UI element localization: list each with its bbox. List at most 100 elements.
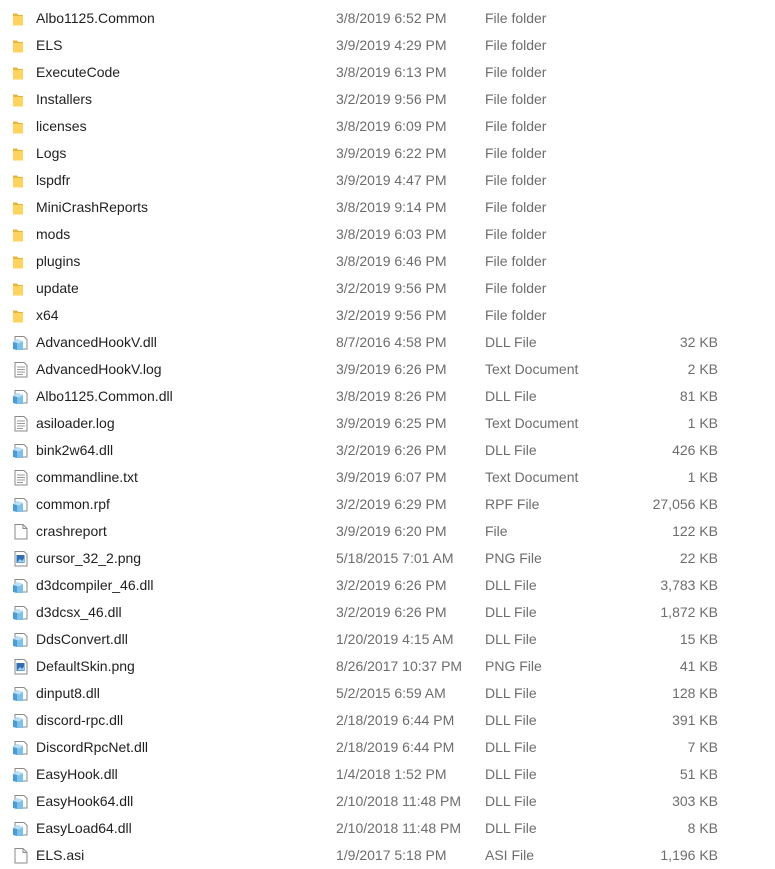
file-date-modified: 3/2/2019 9:56 PM [336,307,447,323]
folder-icon [12,172,30,189]
file-row[interactable]: d3dcsx_46.dll 3/2/2019 6:26 PM DLL File 1,8… [0,599,775,626]
text-document-icon [12,469,30,486]
file-row[interactable]: MiniCrashReports 3/8/2019 9:14 PM File fol… [0,194,775,221]
blank-file-icon [12,847,30,864]
file-row[interactable]: d3dcompiler_46.dll 3/2/2019 6:26 PM DLL Fi… [0,572,775,599]
file-row[interactable]: lspdfr 3/9/2019 4:47 PM File folder [0,167,775,194]
file-size: 1 KB [687,415,718,431]
file-type: DLL File [485,631,537,647]
file-row[interactable]: DefaultSkin.png 8/26/2017 10:37 PM PNG Fil… [0,653,775,680]
file-date-modified: 3/8/2019 6:03 PM [336,226,447,242]
file-type: File folder [485,64,547,80]
file-type: DLL File [485,442,537,458]
file-size: 8 KB [687,820,718,836]
file-row[interactable]: crashreport 3/9/2019 6:20 PM File 122 KB [0,518,775,545]
dll-icon [12,739,30,756]
file-row[interactable]: mods 3/8/2019 6:03 PM File folder [0,221,775,248]
file-name: Installers [36,91,93,107]
file-date-modified: 2/10/2018 11:48 PM [336,793,462,809]
file-date-modified: 1/20/2019 4:15 AM [336,631,454,647]
file-row[interactable]: EasyHook64.dll 2/10/2018 11:48 PM DLL File… [0,788,775,815]
text-document-icon [12,415,30,432]
file-size: 32 KB [679,334,718,350]
file-row[interactable]: ELS.asi 1/9/2017 5:18 PM ASI File 1,196 KB [0,842,775,869]
file-row[interactable]: plugins 3/8/2019 6:46 PM File folder [0,248,775,275]
file-row[interactable]: DdsConvert.dll 1/20/2019 4:15 AM DLL File 1… [0,626,775,653]
file-type: DLL File [485,793,537,809]
file-row[interactable]: common.rpf 3/2/2019 6:29 PM RPF File 27,056… [0,491,775,518]
file-row[interactable]: ExecuteCode 3/8/2019 6:13 PM File folder [0,59,775,86]
file-date-modified: 3/9/2019 4:29 PM [336,37,447,53]
file-type: File [485,523,508,539]
file-row[interactable]: Albo1125.Common 3/8/2019 6:52 PM File fold… [0,5,775,32]
image-file-icon [12,550,30,567]
file-size: 22 KB [679,550,718,566]
file-row[interactable]: EasyHook.dll 1/4/2018 1:52 PM DLL File 51 K… [0,761,775,788]
file-row[interactable]: ELS 3/9/2019 4:29 PM File folder [0,32,775,59]
file-row[interactable]: dinput8.dll 5/2/2015 6:59 AM DLL File 128 K… [0,680,775,707]
file-size: 3,783 KB [660,577,718,593]
file-size: 41 KB [679,658,718,674]
file-date-modified: 3/8/2019 9:14 PM [336,199,447,215]
file-type: DLL File [485,712,537,728]
file-row[interactable]: discord-rpc.dll 2/18/2019 6:44 PM DLL File… [0,707,775,734]
file-name: d3dcsx_46.dll [36,604,122,620]
file-row[interactable]: AdvancedHookV.log 3/9/2019 6:26 PM Text Do… [0,356,775,383]
file-date-modified: 3/2/2019 6:29 PM [336,496,447,512]
file-date-modified: 3/2/2019 6:26 PM [336,577,447,593]
file-size: 7 KB [687,739,718,755]
file-type: File folder [485,307,547,323]
file-name: ELS [36,37,63,53]
blank-file-icon [12,523,30,540]
file-row[interactable]: AdvancedHookV.dll 8/7/2016 4:58 PM DLL Fil… [0,329,775,356]
file-date-modified: 2/10/2018 11:48 PM [336,820,462,836]
file-name: DefaultSkin.png [36,658,135,674]
file-size: 81 KB [679,388,718,404]
dll-icon [12,685,30,702]
file-size: 2 KB [687,361,718,377]
file-type: File folder [485,91,547,107]
file-date-modified: 1/4/2018 1:52 PM [336,766,447,782]
file-date-modified: 3/8/2019 6:52 PM [336,10,447,26]
dll-icon [12,577,30,594]
file-row[interactable]: licenses 3/8/2019 6:09 PM File folder [0,113,775,140]
file-name: x64 [36,307,59,323]
file-name: EasyHook64.dll [36,793,134,809]
file-name: EasyHook.dll [36,766,118,782]
folder-icon [12,226,30,243]
dll-icon [12,388,30,405]
file-size: 51 KB [679,766,718,782]
file-row[interactable]: EasyLoad64.dll 2/10/2018 11:48 PM DLL File… [0,815,775,842]
file-row[interactable]: commandline.txt 3/9/2019 6:07 PM Text Docu… [0,464,775,491]
file-type: DLL File [485,604,537,620]
file-row[interactable]: x64 3/2/2019 9:56 PM File folder [0,302,775,329]
file-row[interactable]: DiscordRpcNet.dll 2/18/2019 6:44 PM DLL Fi… [0,734,775,761]
file-date-modified: 3/9/2019 6:22 PM [336,145,447,161]
file-date-modified: 3/9/2019 6:20 PM [336,523,447,539]
file-row[interactable]: Logs 3/9/2019 6:22 PM File folder [0,140,775,167]
file-size: 1,196 KB [660,847,718,863]
file-row[interactable]: Installers 3/2/2019 9:56 PM File folder [0,86,775,113]
file-row[interactable]: update 3/2/2019 9:56 PM File folder [0,275,775,302]
file-row[interactable]: asiloader.log 3/9/2019 6:25 PM Text Docume… [0,410,775,437]
file-size: 122 KB [672,523,718,539]
file-date-modified: 3/8/2019 6:13 PM [336,64,447,80]
file-type: DLL File [485,334,537,350]
file-row[interactable]: cursor_32_2.png 5/18/2015 7:01 AM PNG File… [0,545,775,572]
file-date-modified: 3/2/2019 6:26 PM [336,604,447,620]
file-type: PNG File [485,658,542,674]
file-type: File folder [485,145,547,161]
file-name: DdsConvert.dll [36,631,128,647]
file-name: Albo1125.Common.dll [36,388,173,404]
file-name: crashreport [36,523,107,539]
file-row[interactable]: bink2w64.dll 3/2/2019 6:26 PM DLL File 426 … [0,437,775,464]
file-size: 426 KB [672,442,718,458]
file-type: Text Document [485,361,579,377]
file-date-modified: 3/2/2019 9:56 PM [336,91,447,107]
file-type: File folder [485,199,547,215]
file-type: DLL File [485,388,537,404]
file-size: 128 KB [672,685,718,701]
folder-icon [12,64,30,81]
file-date-modified: 3/2/2019 9:56 PM [336,280,447,296]
file-row[interactable]: Albo1125.Common.dll 3/8/2019 8:26 PM DLL F… [0,383,775,410]
